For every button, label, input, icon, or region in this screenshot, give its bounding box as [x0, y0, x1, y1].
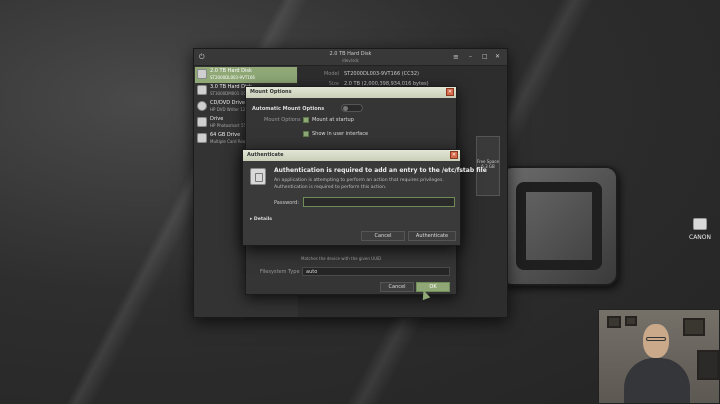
authenticate-button[interactable]: Authenticate: [408, 231, 456, 241]
hard-disk-icon: [197, 69, 207, 79]
linux-mint-logo: [500, 166, 618, 286]
sidebar-item-label: 2.0 TB Hard Disk: [210, 68, 252, 74]
filesystem-type-field[interactable]: auto: [302, 267, 450, 276]
close-icon[interactable]: ✕: [495, 53, 500, 60]
auth-cancel-button[interactable]: Cancel: [361, 231, 405, 241]
lock-icon: [250, 168, 266, 185]
disk-title: 2.0 TB Hard Disk: [329, 51, 372, 57]
matches-uuid-text: Matches the device with the given UUID: [301, 256, 382, 261]
menu-icon[interactable]: ≡: [453, 53, 459, 61]
optical-disc-icon: [197, 101, 207, 111]
disk-subtitle: /dev/sdc: [342, 58, 359, 63]
desktop-icon-canon[interactable]: CANON: [682, 218, 718, 241]
model-label: Model: [323, 71, 339, 77]
details-expander[interactable]: ▸ Details: [250, 217, 272, 222]
flash-drive-icon: [197, 133, 207, 143]
dialog-title: Authenticate: [243, 150, 460, 161]
sidebar-item-sublabel: HP Photosmart 55: [210, 123, 247, 128]
free-space-segment[interactable]: Free Space 6.3 GB: [476, 136, 500, 196]
sidebar-item-sublabel: Multiple Card Rea...: [210, 139, 250, 144]
sidebar-item-label: CD/DVD Drive: [210, 100, 245, 106]
mount-at-startup-checkbox[interactable]: [303, 117, 309, 123]
sidebar-item-label: 64 GB Drive: [210, 132, 241, 138]
model-value: ST2000DL003-9VT166 (CC32): [344, 71, 419, 77]
minimize-icon[interactable]: –: [469, 53, 472, 60]
desktop-icon-label: CANON: [689, 234, 711, 241]
close-button[interactable]: ✕: [450, 151, 458, 159]
authenticate-dialog: Authenticate ✕ Authentication is require…: [242, 149, 487, 246]
filesystem-type-label: Filesystem Type: [260, 269, 300, 275]
password-label: Password:: [274, 200, 300, 206]
close-button[interactable]: ✕: [446, 88, 454, 96]
automatic-mount-toggle[interactable]: [341, 104, 363, 112]
disks-header: ⏻ 2.0 TB Hard Disk /dev/sdc ≡ – □ ✕: [194, 49, 507, 66]
mount-options-label: Mount Options: [264, 117, 301, 123]
automatic-mount-label: Automatic Mount Options: [252, 106, 325, 112]
auth-description-line2: Authentication is required to perform th…: [274, 185, 387, 190]
webcam-overlay: [598, 309, 720, 404]
show-in-ui-checkbox[interactable]: [303, 131, 309, 137]
auth-description-line1: An application is attempting to perform …: [274, 178, 444, 183]
drive-icon: [197, 117, 207, 127]
dialog-title: Mount Options: [246, 87, 456, 98]
hard-disk-icon: [197, 85, 207, 95]
sidebar-item-2tb[interactable]: 2.0 TB Hard Disk ST2000DL003-9VT166: [195, 67, 297, 83]
password-input[interactable]: [303, 197, 455, 207]
drive-icon: [693, 218, 707, 230]
mount-cancel-button[interactable]: Cancel: [380, 282, 414, 292]
show-in-ui-label: Show in user interface: [312, 131, 369, 137]
details-label: Details: [253, 217, 273, 222]
mount-at-startup-label: Mount at startup: [312, 117, 354, 123]
sidebar-item-label: Drive: [210, 116, 224, 122]
auth-heading: Authentication is required to add an ent…: [274, 167, 487, 174]
sidebar-item-sublabel: ST2000DL003-9VT166: [210, 75, 255, 80]
maximize-icon[interactable]: □: [482, 53, 488, 60]
